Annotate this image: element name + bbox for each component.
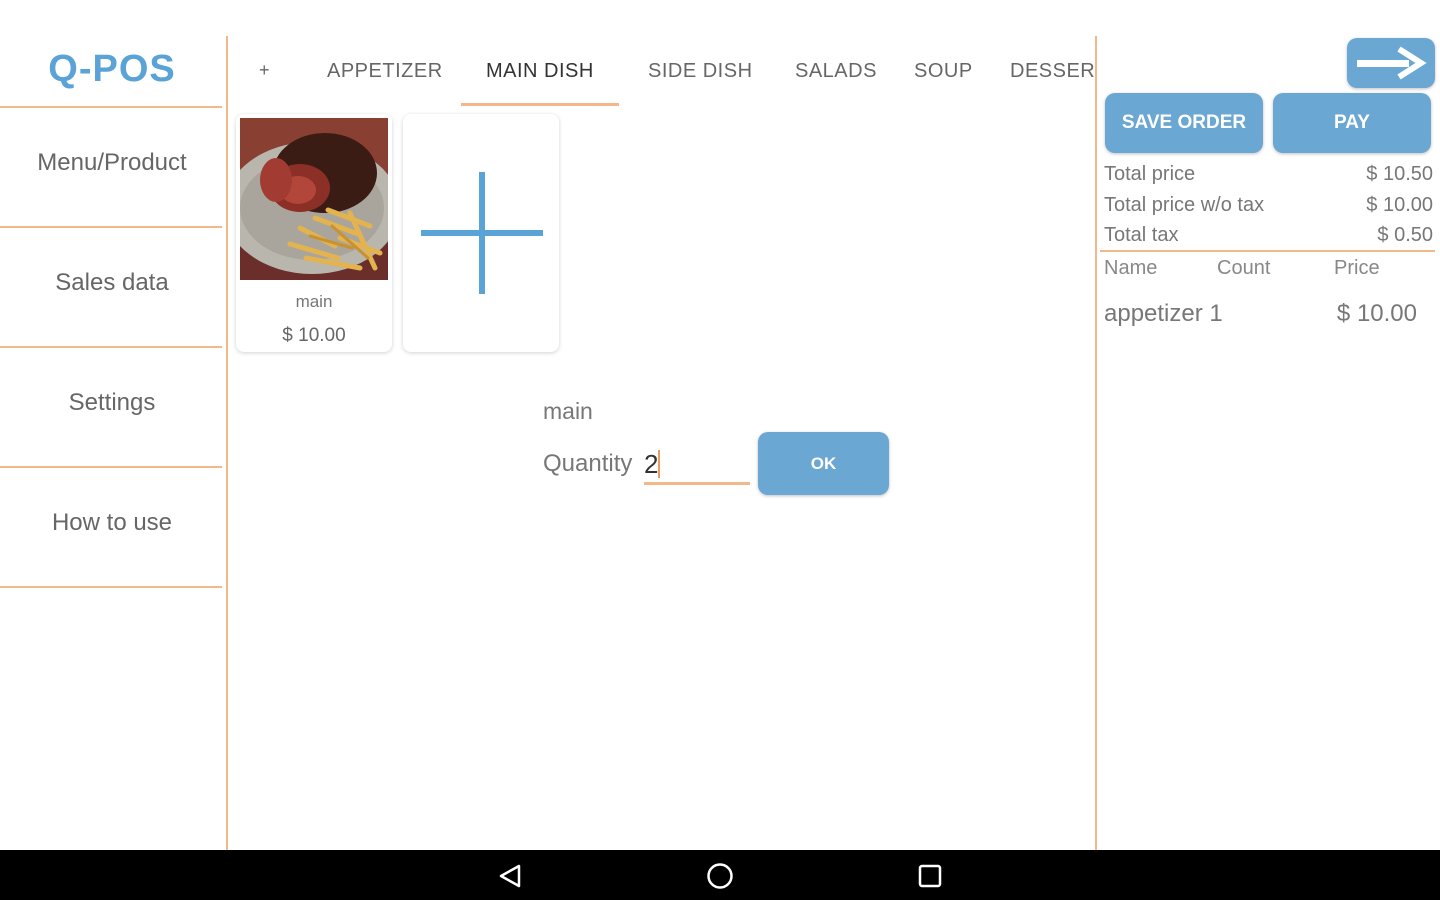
divider <box>0 586 222 588</box>
product-price: $ 10.00 <box>282 325 346 346</box>
tab-soup[interactable]: SOUP <box>914 60 973 83</box>
divider <box>0 346 222 348</box>
recents-icon[interactable] <box>917 863 943 889</box>
order-panel-border <box>1095 36 1097 850</box>
total-price-without-tax-value: $ 10.00 <box>1366 194 1433 216</box>
system-navigation-bar <box>0 850 1440 900</box>
tab-main-dish[interactable]: MAIN DISH <box>486 60 594 83</box>
total-price-without-tax-label: Total price w/o tax <box>1104 194 1265 216</box>
save-order-button[interactable]: SAVE ORDER <box>1105 93 1263 153</box>
divider <box>0 466 222 468</box>
pay-button[interactable]: PAY <box>1273 93 1431 153</box>
order-line[interactable]: appetizer 1 $ 10.00 <box>1100 296 1435 336</box>
divider <box>0 226 222 228</box>
app-logo: Q-POS <box>48 48 176 90</box>
product-name: main <box>295 292 333 311</box>
next-button[interactable] <box>1347 38 1435 88</box>
order-line-price: $ 10.00 <box>1336 300 1417 327</box>
active-tab-indicator <box>461 103 619 106</box>
sidebar-item-menu-product[interactable]: Menu/Product <box>0 149 224 177</box>
quantity-label: Quantity <box>543 450 633 477</box>
column-header-price: Price <box>1334 257 1380 279</box>
tab-side-dish[interactable]: SIDE DISH <box>648 60 753 83</box>
back-icon[interactable] <box>497 863 523 889</box>
product-image <box>240 118 388 280</box>
total-price-label: Total price <box>1104 163 1196 185</box>
sidebar: Q-POS Menu/Product Sales data Settings H… <box>0 36 226 850</box>
arrow-right-icon <box>1357 46 1427 80</box>
total-tax-label: Total tax <box>1104 224 1179 246</box>
ok-button[interactable]: OK <box>758 432 889 495</box>
home-icon[interactable] <box>706 862 734 890</box>
total-price-value: $ 10.50 <box>1366 163 1433 185</box>
sidebar-item-settings[interactable]: Settings <box>0 389 224 417</box>
total-tax-value: $ 0.50 <box>1377 224 1433 246</box>
dialog-product-name: main <box>543 398 593 424</box>
sidebar-item-how-to-use[interactable]: How to use <box>0 509 224 537</box>
column-header-count: Count <box>1217 257 1271 279</box>
sidebar-item-sales-data[interactable]: Sales data <box>0 269 224 297</box>
order-line-name: appetizer 1 <box>1104 300 1223 327</box>
tab-dessert[interactable]: DESSERT <box>1010 60 1095 82</box>
product-card[interactable]: main $ 10.00 <box>236 114 392 352</box>
add-product-card[interactable] <box>403 114 559 352</box>
sidebar-border <box>226 36 228 850</box>
add-category-button[interactable]: + <box>259 60 270 81</box>
quantity-input-underline <box>644 482 750 485</box>
divider <box>0 106 222 108</box>
tab-salads[interactable]: SALADS <box>795 60 877 83</box>
plus-icon <box>421 172 543 294</box>
tab-dessert-clip: DESSERT <box>1010 60 1095 83</box>
tab-appetizer[interactable]: APPETIZER <box>327 60 443 83</box>
divider <box>1100 250 1435 252</box>
text-cursor <box>658 450 660 478</box>
column-header-name: Name <box>1104 257 1158 279</box>
